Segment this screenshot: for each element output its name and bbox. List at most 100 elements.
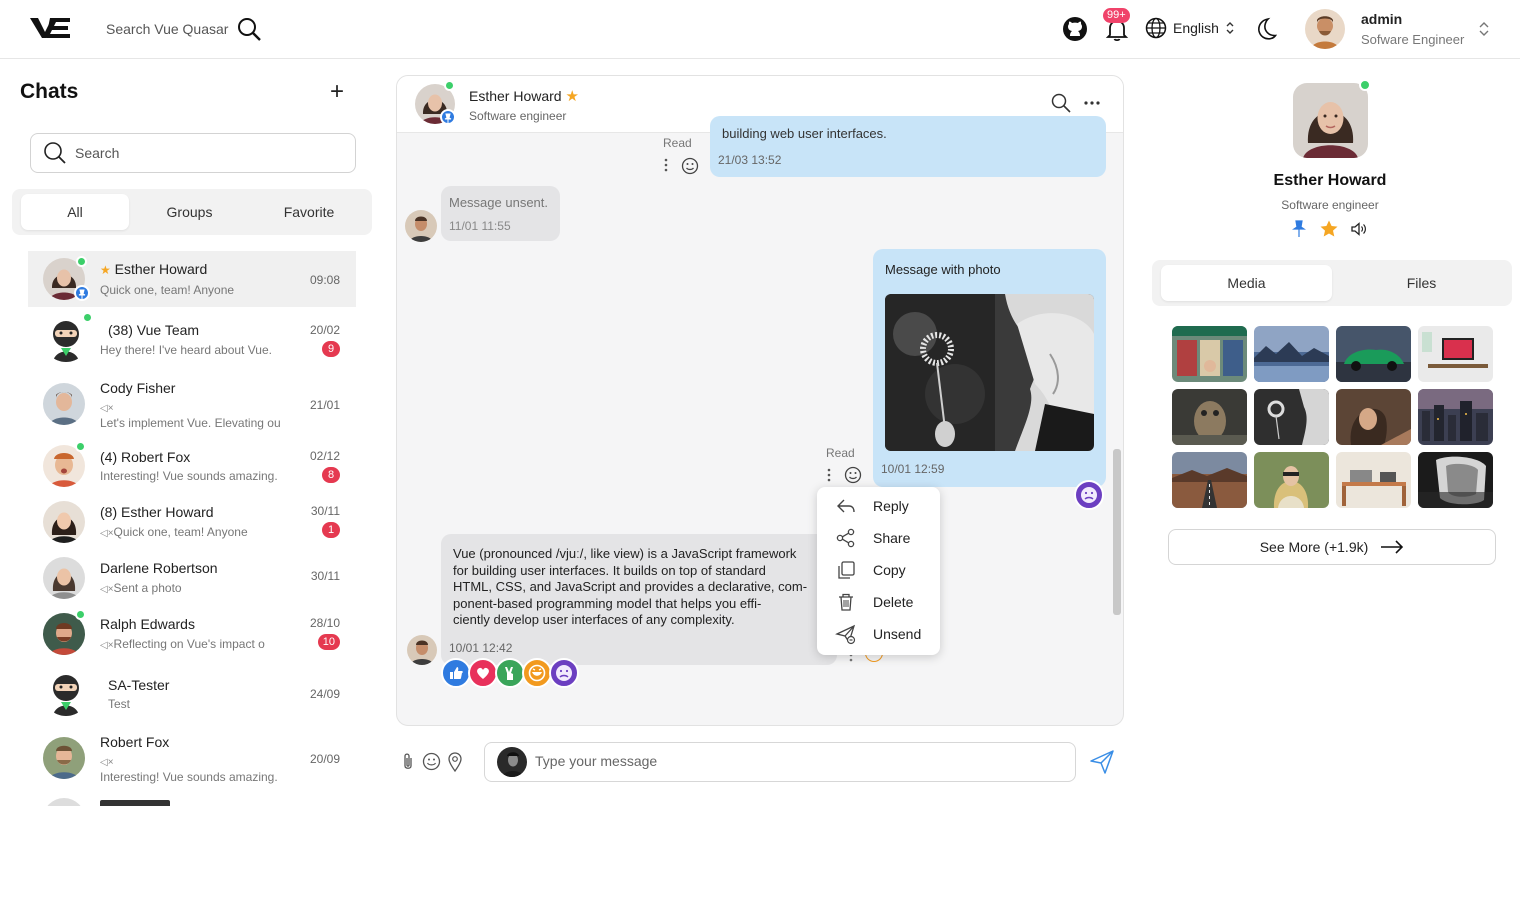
- tab-media[interactable]: Media: [1161, 265, 1332, 301]
- tab-all[interactable]: All: [21, 194, 129, 230]
- message-time: 10/01 12:59: [881, 462, 945, 476]
- message-bubble-received[interactable]: Message unsent. 11/01 11:55: [441, 186, 560, 241]
- menu-item-delete[interactable]: Delete: [835, 589, 913, 615]
- chat-list-item[interactable]: SA-Tester Test 24/09: [28, 665, 356, 721]
- star-icon[interactable]: [1319, 219, 1339, 239]
- media-thumbnail[interactable]: [1254, 452, 1329, 508]
- language-selector[interactable]: English: [1145, 17, 1235, 39]
- language-label: English: [1173, 20, 1219, 36]
- online-indicator: [444, 80, 455, 91]
- chat-list-item[interactable]: Darlene Robertson ◁×Sent a photo 30/11: [28, 551, 356, 605]
- tab-groups[interactable]: Groups: [133, 194, 246, 230]
- chat-list-item[interactable]: Cody Fisher ◁× Let's implement Vue. Elev…: [28, 372, 356, 434]
- message-bubble-sent[interactable]: building web user interfaces. 21/03 13:5…: [710, 116, 1106, 177]
- global-search[interactable]: Search Vue Quasar: [106, 14, 262, 44]
- message-text: building web user interfaces.: [722, 126, 887, 141]
- message-bubble-received[interactable]: Vue (pronounced /vjuː/, like view) is a …: [441, 534, 837, 665]
- pin-icon[interactable]: [1292, 220, 1306, 238]
- reply-icon: [837, 499, 855, 513]
- like-reaction-icon[interactable]: [441, 658, 471, 688]
- message-line: ponent-based programming model that help…: [453, 595, 762, 611]
- smiley-icon[interactable]: [844, 466, 862, 484]
- location-icon[interactable]: [447, 751, 463, 772]
- tab-files[interactable]: Files: [1336, 265, 1507, 301]
- star-icon: ★: [565, 88, 579, 105]
- chat-search-placeholder: Search: [75, 145, 120, 161]
- message-menu-icon[interactable]: [664, 158, 668, 172]
- message-photo[interactable]: [885, 294, 1094, 451]
- more-options-icon[interactable]: [1084, 100, 1100, 106]
- media-thumbnail[interactable]: [1172, 452, 1247, 508]
- media-thumbnail[interactable]: [1336, 389, 1411, 445]
- menu-item-copy[interactable]: Copy: [835, 557, 906, 583]
- menu-item-label: Copy: [873, 562, 906, 578]
- media-thumbnail[interactable]: [1418, 326, 1493, 382]
- contact-role: Software engineer: [469, 109, 567, 123]
- github-icon[interactable]: [1062, 16, 1088, 42]
- app-logo[interactable]: [28, 14, 72, 42]
- avatar: [497, 747, 527, 777]
- chat-name: Cody Fisher: [100, 380, 176, 396]
- see-more-label: See More (+1.9k): [1259, 539, 1369, 555]
- send-icon[interactable]: [1089, 749, 1115, 775]
- media-thumbnail[interactable]: [1254, 326, 1329, 382]
- chat-preview: ◁×Quick one, team! Anyone: [100, 525, 300, 539]
- unread-badge: 8: [322, 467, 340, 483]
- laugh-reaction-icon[interactable]: [522, 658, 552, 688]
- media-thumbnail[interactable]: [1172, 389, 1247, 445]
- chat-list-item[interactable]: (8) Esther Howard ◁×Quick one, team! Any…: [28, 495, 356, 549]
- chat-list-item[interactable]: ★ Esther Howard Quick one, team! Anyone …: [28, 251, 356, 307]
- online-indicator: [76, 256, 87, 267]
- paperclip-icon[interactable]: [400, 752, 416, 772]
- menu-item-share[interactable]: Share: [835, 525, 910, 551]
- media-thumbnail[interactable]: [1336, 326, 1411, 382]
- chat-preview: Test: [108, 697, 131, 711]
- chat-preview: ◁×Sent a photo: [100, 581, 300, 595]
- emoji-icon[interactable]: [422, 752, 441, 771]
- media-thumbnail[interactable]: [1418, 389, 1493, 445]
- sad-reaction-icon[interactable]: [1074, 480, 1104, 510]
- menu-item-unsend[interactable]: Unsend: [835, 621, 921, 647]
- chat-list-item[interactable]: (4) Robert Fox Interesting! Vue sounds a…: [28, 440, 356, 492]
- unread-badge: 1: [322, 522, 340, 538]
- tab-favorite[interactable]: Favorite: [250, 194, 368, 230]
- online-indicator: [75, 609, 86, 620]
- chat-list-item-partial[interactable]: [28, 798, 356, 806]
- chat-time: 28/10: [309, 616, 340, 630]
- media-thumbnail[interactable]: [1254, 389, 1329, 445]
- chat-preview: Interesting! Vue sounds amazing.: [100, 770, 278, 784]
- chat-name: (38) Vue Team: [108, 322, 200, 338]
- moon-icon[interactable]: [1252, 16, 1278, 42]
- user-avatar[interactable]: [1305, 9, 1345, 49]
- chat-list-item[interactable]: Ralph Edwards ◁×Reflecting on Vue's impa…: [28, 607, 356, 661]
- speaker-icon[interactable]: [1350, 221, 1368, 237]
- sad-reaction-icon[interactable]: [549, 658, 579, 688]
- message-bubble-sent-photo[interactable]: Message with photo 10/01 12:59: [873, 249, 1106, 487]
- new-chat-button[interactable]: +: [330, 80, 344, 104]
- smiley-icon[interactable]: [681, 157, 699, 175]
- updown-chevron-icon: [1226, 22, 1234, 34]
- chat-time: 20/02: [309, 323, 340, 337]
- message-input[interactable]: Type your message: [484, 742, 1076, 782]
- media-thumbnail[interactable]: [1172, 326, 1247, 382]
- love-reaction-icon[interactable]: [468, 658, 498, 688]
- contact-name[interactable]: Esther Howard ★: [469, 87, 579, 105]
- profile-avatar[interactable]: [1293, 83, 1368, 158]
- user-role: Sofware Engineer: [1361, 32, 1465, 47]
- search-icon[interactable]: [1051, 93, 1071, 113]
- media-thumbnail[interactable]: [1418, 452, 1493, 508]
- chat-scrollbar[interactable]: [1113, 449, 1121, 615]
- message-line: Vue (pronounced /vjuː/, like view) is a …: [453, 546, 797, 561]
- chat-list-item[interactable]: (38) Vue Team Hey there! I've heard abou…: [28, 311, 356, 367]
- profile-tabs: Media Files: [1152, 260, 1512, 306]
- message-time: 10/01 12:42: [449, 641, 513, 655]
- menu-item-reply[interactable]: Reply: [835, 493, 909, 519]
- see-more-button[interactable]: See More (+1.9k): [1168, 529, 1496, 565]
- search-icon: [44, 142, 66, 164]
- media-thumbnail[interactable]: [1336, 452, 1411, 508]
- chat-search-input[interactable]: Search: [30, 133, 356, 173]
- account-menu-chevron-icon[interactable]: [1477, 20, 1491, 38]
- message-menu-icon[interactable]: [827, 468, 831, 482]
- victory-reaction-icon[interactable]: [495, 658, 525, 688]
- chat-list-item[interactable]: Robert Fox ◁× Interesting! Vue sounds am…: [28, 726, 356, 788]
